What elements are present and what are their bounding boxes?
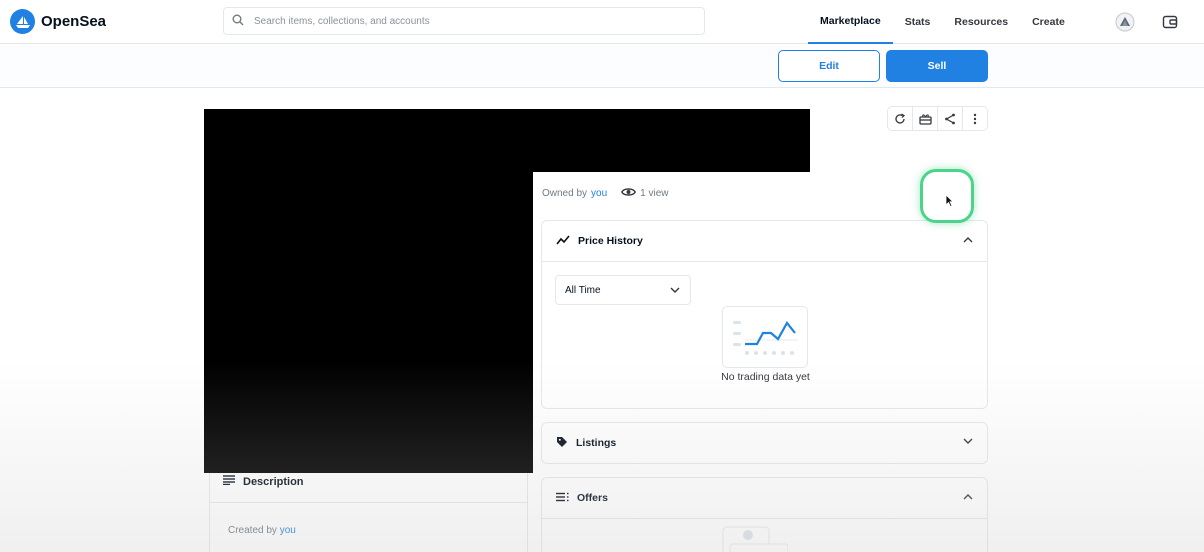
- listings-panel: Listings: [541, 422, 988, 464]
- opensea-boat-icon: [10, 9, 35, 34]
- search-icon: [232, 14, 244, 29]
- description-header[interactable]: Description: [209, 465, 528, 503]
- chevron-up-icon: [963, 234, 973, 246]
- mouse-cursor-icon: [945, 194, 954, 212]
- refresh-icon[interactable]: [888, 107, 913, 130]
- empty-chart-illustration: [722, 306, 808, 368]
- nav-marketplace[interactable]: Marketplace: [808, 0, 893, 44]
- chevron-down-icon: [963, 436, 973, 448]
- top-navigation-bar: OpenSea Search items, collections, and a…: [0, 0, 1204, 44]
- opensea-logo[interactable]: OpenSea: [10, 9, 106, 34]
- time-range-select[interactable]: All Time: [555, 275, 691, 305]
- eye-icon: [621, 187, 637, 200]
- price-history-title: Price History: [578, 235, 643, 247]
- listings-title: Listings: [576, 437, 617, 449]
- chevron-down-icon: [670, 286, 680, 297]
- offers-header[interactable]: Offers: [542, 478, 987, 518]
- owner-link[interactable]: you: [591, 188, 607, 199]
- view-count-text: 1 view: [640, 188, 669, 199]
- share-icon[interactable]: [938, 107, 963, 130]
- offers-title: Offers: [577, 492, 608, 504]
- created-by: Created by you: [228, 525, 296, 536]
- description-lines-icon: [223, 475, 235, 488]
- more-options-icon[interactable]: [963, 107, 987, 130]
- owned-by-prefix: Owned by: [542, 188, 588, 199]
- created-by-prefix: Created by: [228, 525, 277, 536]
- search-placeholder: Search items, collections, and accounts: [254, 15, 430, 27]
- item-action-bar: Edit Sell: [0, 44, 1204, 88]
- item-toolbar: [887, 106, 988, 131]
- logo-text: OpenSea: [41, 13, 107, 30]
- price-history-panel: Price History All Time No trading data y…: [541, 220, 988, 409]
- time-range-value: All Time: [565, 284, 601, 296]
- search-bar[interactable]: Search items, collections, and accounts: [223, 7, 705, 35]
- wallet-icon[interactable]: [1159, 11, 1181, 33]
- nav-resources[interactable]: Resources: [942, 0, 1020, 44]
- transfer-gift-icon[interactable]: [913, 107, 938, 130]
- list-icon: [556, 492, 569, 505]
- offers-panel: Offers: [541, 477, 988, 552]
- sell-button[interactable]: Sell: [886, 50, 988, 82]
- edit-button[interactable]: Edit: [778, 50, 880, 82]
- view-count: 1 view: [621, 187, 669, 200]
- listings-header[interactable]: Listings: [542, 423, 987, 463]
- price-history-header[interactable]: Price History: [542, 221, 987, 261]
- profile-avatar-icon[interactable]: [1114, 11, 1136, 33]
- ownership-info: Owned by you 1 view: [542, 187, 669, 200]
- redacted-title: [533, 109, 810, 172]
- no-trading-data-text: No trading data yet: [721, 371, 810, 383]
- description-title: Description: [243, 476, 304, 488]
- nav-stats[interactable]: Stats: [893, 0, 943, 44]
- main-nav: Marketplace Stats Resources Create: [808, 0, 1077, 44]
- redacted-image: [204, 109, 533, 473]
- trend-line-icon: [556, 234, 570, 248]
- nav-create[interactable]: Create: [1020, 0, 1077, 44]
- tag-icon: [556, 436, 568, 451]
- creator-link[interactable]: you: [280, 525, 296, 536]
- offers-empty-illustration: [722, 526, 789, 552]
- chevron-up-icon: [963, 491, 973, 503]
